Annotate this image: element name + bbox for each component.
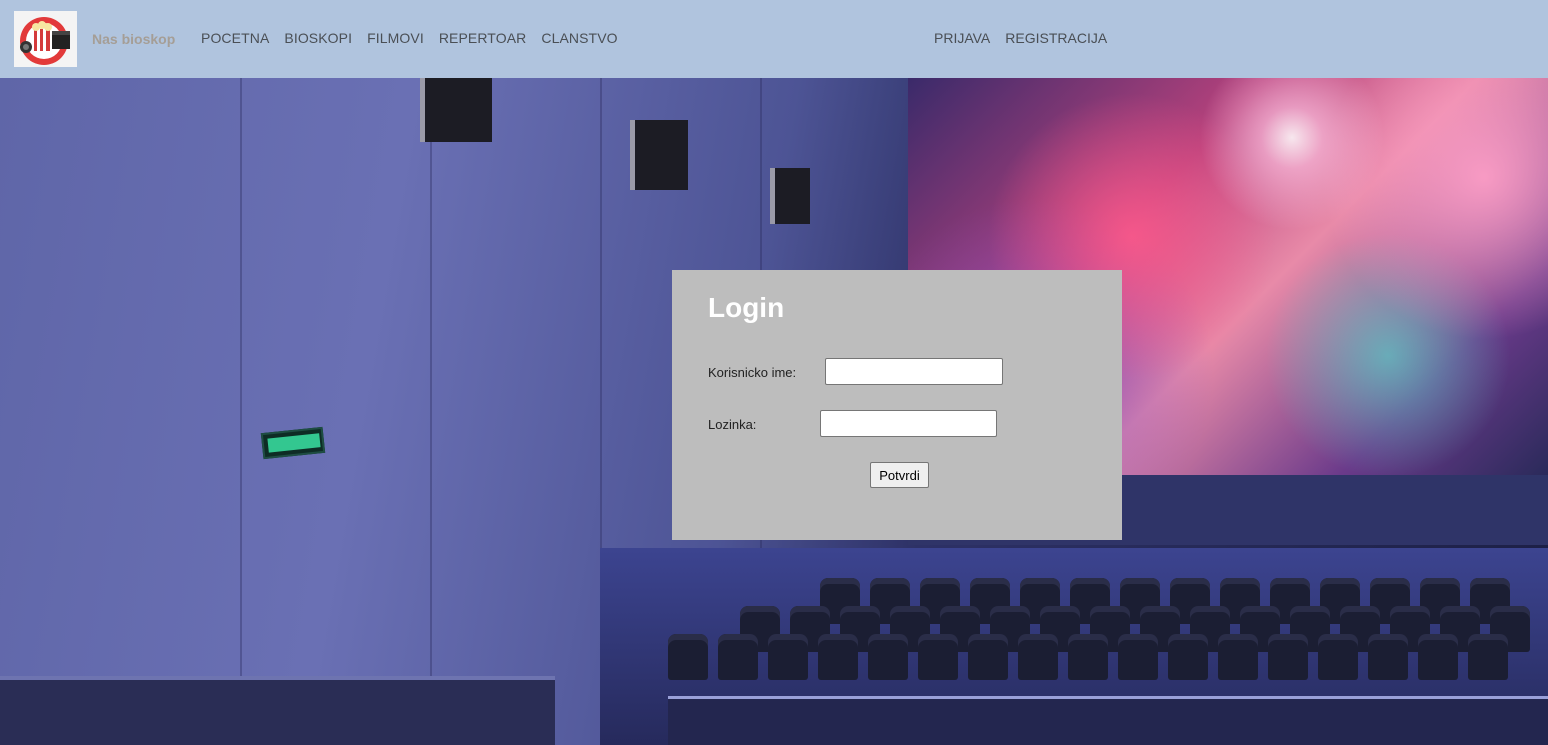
- password-input[interactable]: [820, 410, 997, 437]
- wall-panel-line: [430, 78, 432, 745]
- main-nav: POCETNA BIOSKOPI FILMOVI REPERTOAR CLANS…: [201, 30, 633, 46]
- nav-registracija[interactable]: REGISTRACIJA: [1005, 30, 1107, 46]
- exit-sign-icon: [260, 426, 326, 460]
- nav-prijava[interactable]: PRIJAVA: [934, 30, 990, 46]
- login-title: Login: [708, 292, 785, 323]
- submit-button[interactable]: Potvrdi: [870, 462, 929, 488]
- nav-bioskopi[interactable]: BIOSKOPI: [284, 30, 352, 46]
- login-form: Login Korisnicko ime: Lozinka: Potvrdi: [672, 270, 1122, 540]
- cinema-logo-icon[interactable]: [14, 11, 77, 67]
- front-rail: [668, 696, 1548, 745]
- speaker: [420, 78, 492, 142]
- username-input[interactable]: [825, 358, 1003, 385]
- auth-nav: PRIJAVA REGISTRACIJA: [934, 30, 1122, 46]
- username-label: Korisnicko ime:: [708, 365, 797, 380]
- navbar: Nas bioskop POCETNA BIOSKOPI FILMOVI REP…: [0, 0, 1548, 78]
- speaker: [630, 120, 688, 190]
- balcony-rail: [0, 676, 555, 745]
- nav-clanstvo[interactable]: CLANSTVO: [541, 30, 617, 46]
- nav-filmovi[interactable]: FILMOVI: [367, 30, 424, 46]
- nav-pocetna[interactable]: POCETNA: [201, 30, 269, 46]
- brand-name[interactable]: Nas bioskop: [92, 31, 175, 47]
- password-label: Lozinka:: [708, 417, 757, 432]
- nav-repertoar[interactable]: REPERTOAR: [439, 30, 527, 46]
- seat-row: [668, 634, 1518, 680]
- speaker: [770, 168, 810, 224]
- wall-panel-line: [240, 78, 242, 745]
